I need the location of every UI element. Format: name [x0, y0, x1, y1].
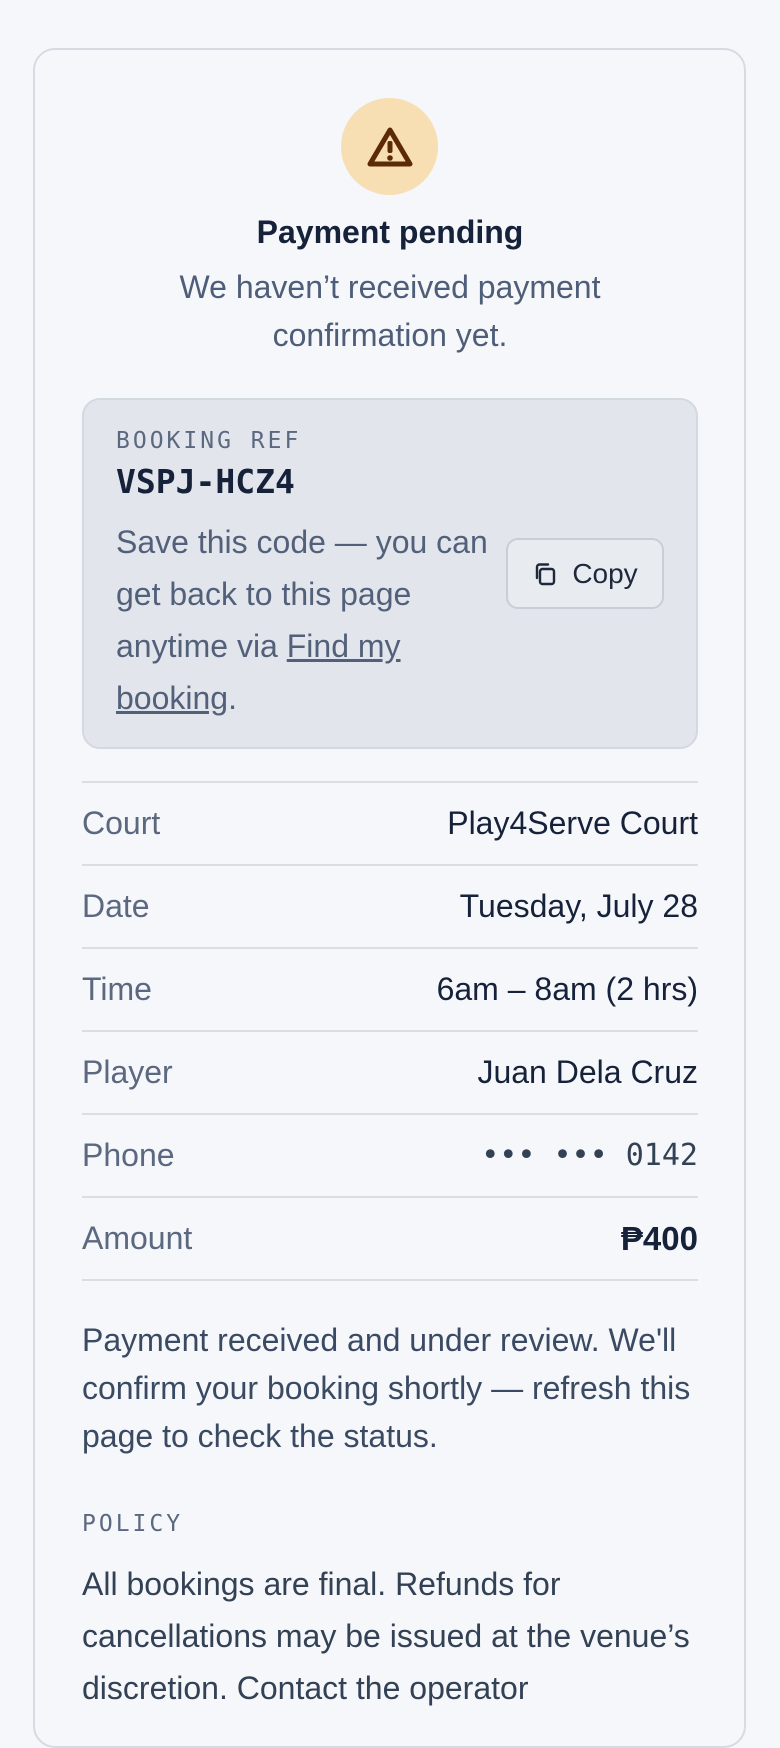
policy-text: All bookings are final. Refunds for canc… — [82, 1566, 690, 1706]
detail-row-amount: Amount ₱400 — [82, 1196, 698, 1281]
booking-details-list: Court Play4Serve Court Date Tuesday, Jul… — [82, 781, 698, 1281]
warning-triangle-icon — [367, 127, 412, 166]
detail-label: Amount — [82, 1220, 193, 1256]
detail-label: Player — [82, 1054, 173, 1090]
detail-label: Court — [82, 805, 161, 841]
copy-button-label: Copy — [572, 557, 638, 589]
detail-row-date: Date Tuesday, July 28 — [82, 864, 698, 947]
detail-value: Tuesday, July 28 — [459, 888, 698, 924]
status-title: Payment pending — [256, 214, 524, 250]
booking-ref-code: VSPJ-HCZ4 — [116, 462, 295, 501]
detail-row-player: Player Juan Dela Cruz — [82, 1030, 698, 1113]
detail-label: Time — [82, 971, 152, 1007]
detail-value: Play4Serve Court — [447, 805, 698, 841]
detail-value: ••• ••• 0142 — [481, 1138, 698, 1173]
status-icon-badge — [341, 98, 438, 195]
booking-ref-label: BOOKING REF — [116, 428, 302, 454]
review-message: Payment received and under review. We'll… — [82, 1322, 691, 1454]
detail-row-time: Time 6am – 8am (2 hrs) — [82, 947, 698, 1030]
status-subtitle: We haven’t received payment confirmation… — [179, 269, 601, 353]
copy-icon — [536, 562, 556, 585]
copy-button[interactable]: Copy — [506, 538, 664, 609]
detail-label: Phone — [82, 1137, 175, 1173]
detail-row-court: Court Play4Serve Court — [82, 781, 698, 864]
detail-label: Date — [82, 888, 150, 924]
detail-value: 6am – 8am (2 hrs) — [436, 971, 698, 1007]
detail-value: Juan Dela Cruz — [477, 1054, 698, 1090]
booking-ref-note-suffix: . — [228, 680, 237, 716]
detail-value: ₱400 — [620, 1219, 698, 1257]
booking-ref-note: Save this code — you can get back to thi… — [116, 516, 496, 724]
detail-row-phone: Phone ••• ••• 0142 — [82, 1113, 698, 1196]
policy-label: POLICY — [82, 1511, 184, 1537]
